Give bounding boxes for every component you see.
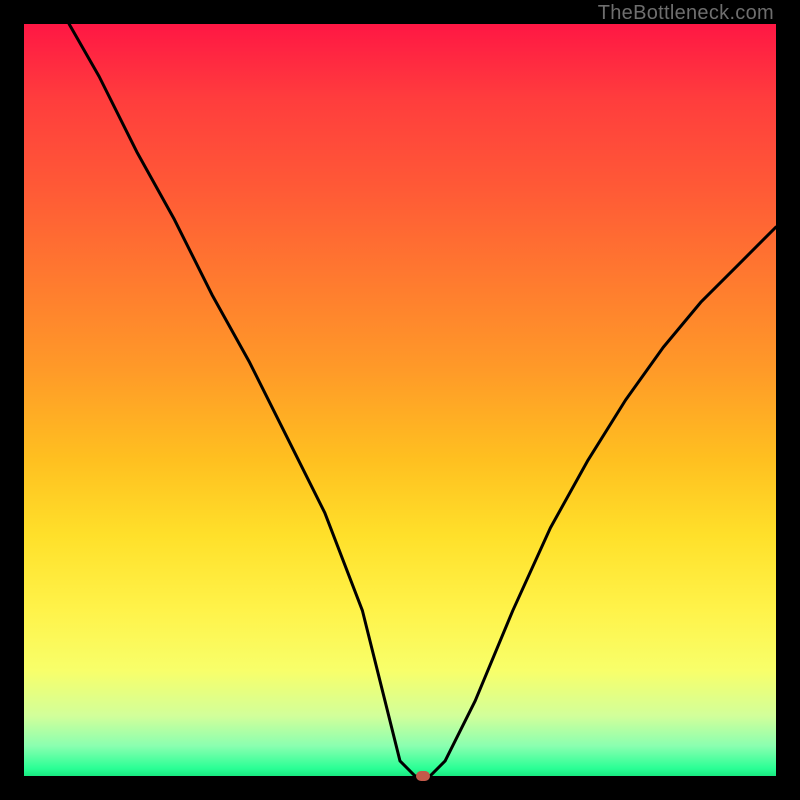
chart-frame: TheBottleneck.com <box>0 0 800 800</box>
watermark-text: TheBottleneck.com <box>598 2 774 25</box>
min-marker <box>416 771 430 781</box>
bottleneck-curve-path <box>69 24 776 776</box>
curve-svg <box>24 24 776 776</box>
plot-area <box>24 24 776 776</box>
